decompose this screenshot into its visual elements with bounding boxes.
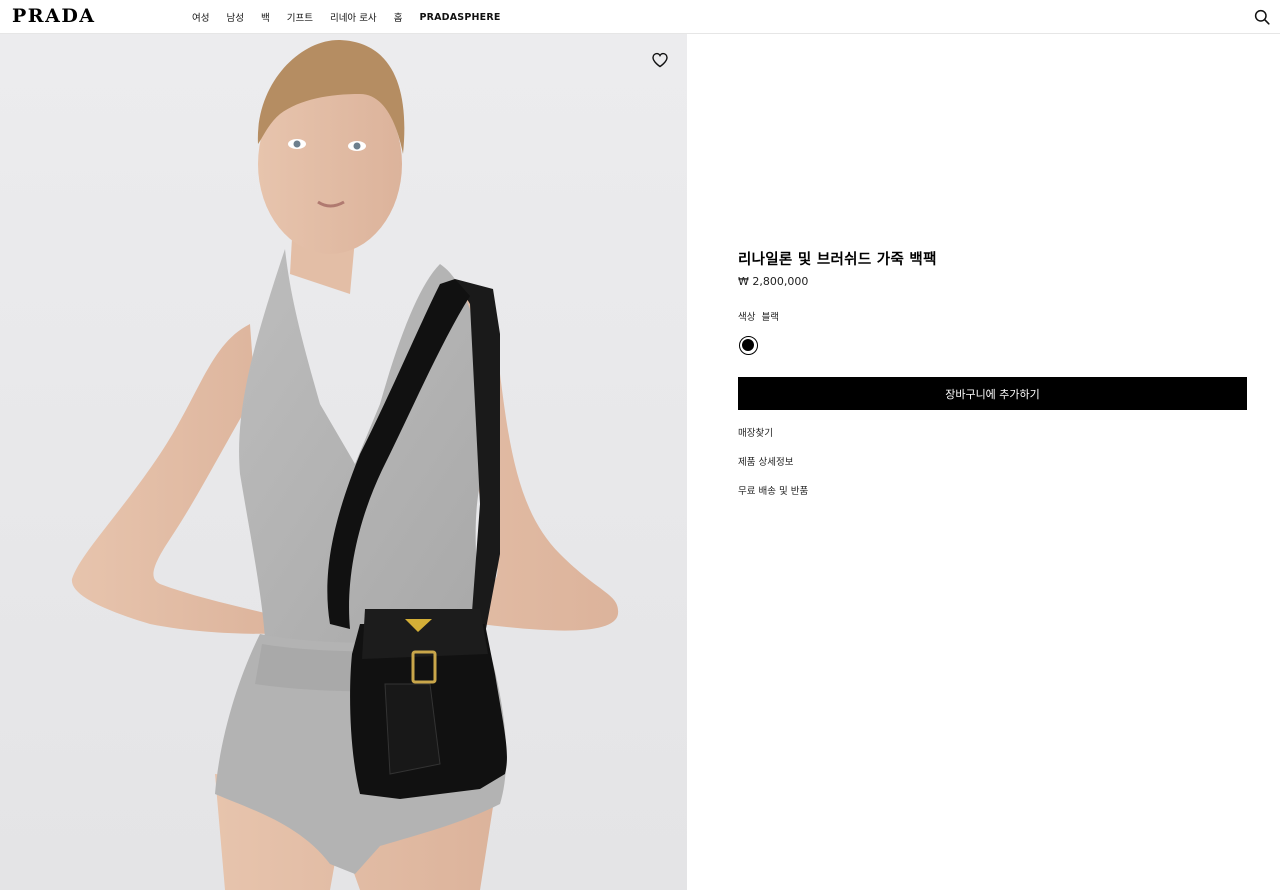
- color-swatch-black[interactable]: [739, 336, 758, 355]
- nav-item-men[interactable]: 남성: [226, 10, 243, 24]
- nav-item-home[interactable]: 홈: [394, 10, 403, 24]
- nav-item-bags[interactable]: 백: [261, 10, 270, 24]
- nav-item-linea-rossa[interactable]: 리네아 로사: [330, 10, 377, 24]
- shipping-returns-link[interactable]: 무료 배송 및 반품: [738, 483, 808, 497]
- nav-item-women[interactable]: 여성: [192, 10, 209, 24]
- nav-item-pradasphere[interactable]: PRADASPHERE: [419, 12, 500, 23]
- find-store-link[interactable]: 매장찾기: [738, 425, 773, 439]
- color-value: 블랙: [761, 312, 779, 323]
- add-to-cart-button[interactable]: 장바구니에 추가하기: [738, 377, 1247, 410]
- main-nav: 여성 남성 백 기프트 리네아 로사 홈 PRADASPHERE: [192, 0, 518, 34]
- prada-logo[interactable]: PRADA: [12, 5, 96, 27]
- heart-icon[interactable]: [651, 52, 669, 68]
- site-header: PRADA 여성 남성 백 기프트 리네아 로사 홈 PRADASPHERE: [0, 0, 1280, 34]
- model-illustration: [0, 34, 687, 890]
- product-image[interactable]: [0, 34, 687, 890]
- color-selector-label: 색상 블랙: [738, 309, 779, 323]
- product-title: 리나일론 및 브러쉬드 가죽 백팩: [738, 252, 937, 268]
- product-details-link[interactable]: 제품 상세정보: [738, 454, 793, 468]
- product-price: ₩ 2,800,000: [738, 275, 809, 288]
- nav-item-gifts[interactable]: 기프트: [287, 10, 313, 24]
- color-label: 색상: [738, 312, 756, 323]
- search-icon[interactable]: [1254, 9, 1270, 25]
